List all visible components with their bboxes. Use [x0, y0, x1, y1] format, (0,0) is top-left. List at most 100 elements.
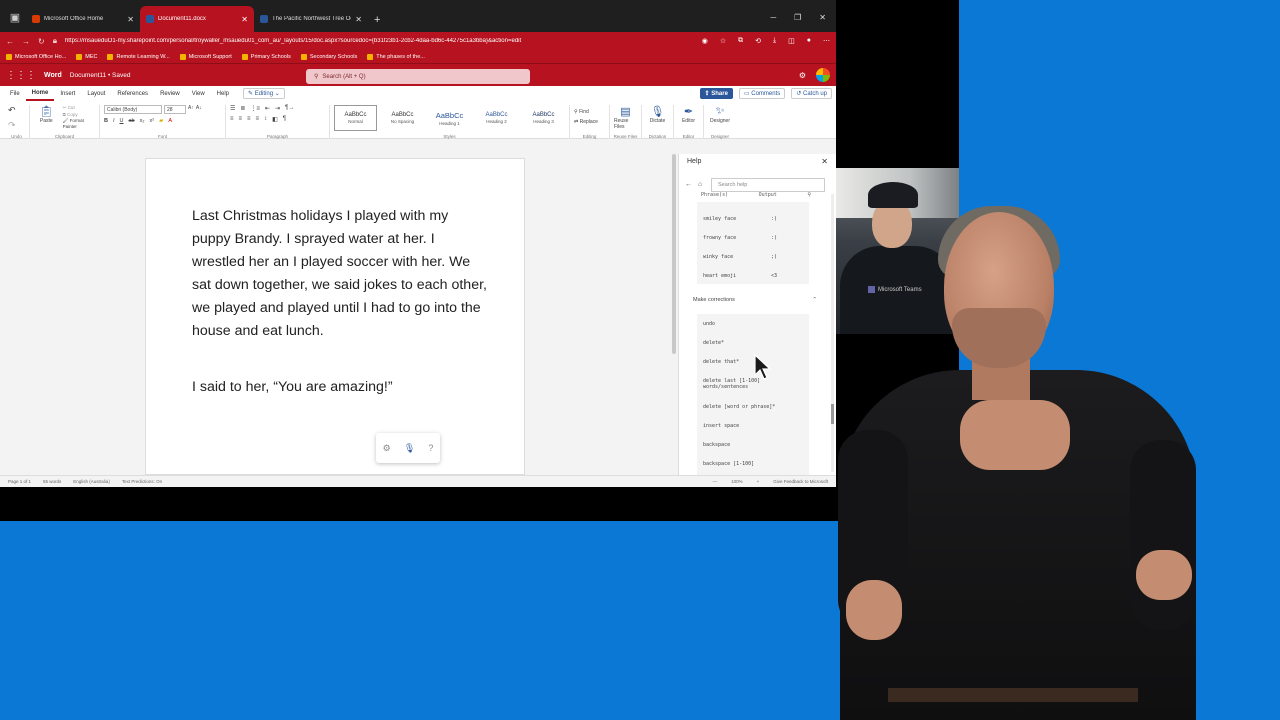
settings-gear-icon[interactable]: ⚙: [799, 71, 806, 80]
tab-home[interactable]: Home: [25, 86, 55, 101]
word-count[interactable]: 55 words: [43, 479, 61, 484]
more-icon[interactable]: ⋯: [823, 37, 830, 45]
align-left-icon[interactable]: ≡: [230, 116, 234, 123]
profile-icon[interactable]: ●: [807, 37, 811, 45]
page-count[interactable]: Page 1 of 1: [8, 479, 31, 484]
close-icon[interactable]: ✕: [127, 15, 134, 24]
decrease-indent-icon[interactable]: ⇤: [265, 105, 270, 112]
help-search-input[interactable]: Search help: [711, 178, 825, 192]
help-scrollbar[interactable]: [831, 194, 834, 472]
close-icon[interactable]: ✕: [241, 15, 248, 24]
zoom-out-icon[interactable]: —: [713, 479, 718, 484]
tab-review[interactable]: Review: [154, 86, 186, 101]
style-normal[interactable]: AaBbCc Normal: [334, 105, 377, 131]
style-no-spacing[interactable]: AaBbCc No Spacing: [381, 105, 424, 131]
close-window-icon[interactable]: ✕: [819, 13, 826, 22]
tab-help[interactable]: Help: [211, 86, 235, 101]
style-heading-3[interactable]: AaBbCc Heading 3: [522, 105, 565, 131]
comments-button[interactable]: ▭ Comments: [738, 88, 786, 99]
catch-up-button[interactable]: ↺ Catch up: [791, 88, 832, 99]
scroll-thumb[interactable]: [831, 404, 834, 424]
back-arrow-icon[interactable]: ←: [685, 181, 692, 188]
collections-icon[interactable]: ⧉: [738, 37, 743, 45]
font-name-select[interactable]: Calibri (Body): [104, 105, 162, 114]
editing-mode-button[interactable]: ✎ Editing ⌄: [243, 88, 285, 99]
app-name[interactable]: Word: [44, 72, 62, 79]
redo-icon[interactable]: ↷: [8, 120, 25, 131]
grow-font-icon[interactable]: A↑: [188, 105, 194, 114]
bullets-icon[interactable]: ☰: [230, 105, 235, 112]
forward-arrow-icon[interactable]: →: [22, 37, 30, 46]
superscript-icon[interactable]: x²: [150, 118, 155, 124]
bookmark-item[interactable]: Microsoft Support: [179, 53, 232, 60]
refresh-icon[interactable]: ↻: [38, 37, 45, 46]
bookmark-item[interactable]: The phases of the...: [367, 53, 425, 60]
minimize-icon[interactable]: ─: [770, 13, 776, 22]
zoom-level[interactable]: 100%: [731, 479, 743, 484]
search-icon[interactable]: ⚲: [807, 192, 811, 198]
strikethrough-icon[interactable]: ab: [129, 118, 135, 124]
app-launcher-icon[interactable]: ⋮⋮⋮: [6, 70, 36, 81]
share-button[interactable]: ⇪ Share: [699, 88, 733, 99]
zoom-in-icon[interactable]: +: [757, 479, 760, 484]
document-name[interactable]: Document11 • Saved: [70, 72, 131, 79]
history-icon[interactable]: ⟲: [755, 37, 761, 45]
text-predictions[interactable]: Text Predictions: On: [122, 479, 162, 484]
increase-indent-icon[interactable]: ⇥: [275, 105, 280, 112]
tab-references[interactable]: References: [111, 86, 154, 101]
tab-insert[interactable]: Insert: [54, 86, 81, 101]
bookmark-item[interactable]: Primary Schools: [241, 53, 291, 60]
mic-icon[interactable]: ◉: [702, 37, 708, 45]
font-size-select[interactable]: 28: [164, 105, 186, 114]
restore-icon[interactable]: ❐: [794, 13, 801, 22]
document-scrollbar[interactable]: [672, 154, 676, 354]
style-heading-2[interactable]: AaBbCc Heading 2: [475, 105, 518, 131]
shrink-font-icon[interactable]: A↓: [196, 105, 202, 114]
subscript-icon[interactable]: x₂: [140, 118, 145, 124]
multilevel-list-icon[interactable]: ⋮≡: [250, 105, 260, 112]
show-paragraph-marks-icon[interactable]: ¶: [283, 116, 286, 123]
bookmark-item[interactable]: Remote Learning W...: [107, 53, 170, 60]
highlight-icon[interactable]: ▰: [159, 118, 163, 124]
browser-tab-document[interactable]: Document11.docx ✕: [140, 6, 254, 32]
style-heading-1[interactable]: AaBbCc Heading 1: [428, 105, 471, 131]
browser-tab-pacific-tree[interactable]: The Pacific Northwest Tree Octo... ✕: [254, 6, 368, 32]
star-icon[interactable]: ☆: [720, 37, 726, 45]
format-painter-button[interactable]: 🖌︎ Format Painter: [63, 118, 95, 129]
shading-icon[interactable]: ◧: [272, 116, 278, 123]
bold-icon[interactable]: B: [104, 118, 108, 124]
make-corrections-header[interactable]: Make corrections ⌃: [693, 297, 817, 303]
undo-icon[interactable]: ↶: [8, 105, 25, 116]
search-input[interactable]: ⚲ Search (Alt + Q): [306, 69, 530, 84]
copy-button[interactable]: ⧉ Copy: [63, 112, 95, 117]
close-icon[interactable]: ✕: [355, 15, 362, 24]
avatar[interactable]: [816, 68, 830, 82]
bookmark-item[interactable]: Microsoft Office Ho...: [6, 53, 66, 60]
cut-button[interactable]: ✂ Cut: [63, 105, 95, 111]
feedback-link[interactable]: Give Feedback to Microsoft: [773, 479, 828, 484]
bookmark-item[interactable]: Secondary Schools: [300, 53, 357, 60]
tab-view[interactable]: View: [186, 86, 211, 101]
line-spacing-icon[interactable]: ↕: [264, 116, 267, 123]
find-button[interactable]: ⚲ Find: [574, 109, 605, 115]
tab-actions-icon[interactable]: ▣: [4, 6, 26, 28]
document-paragraph[interactable]: I said to her, “You are amazing!”: [192, 376, 487, 399]
document-paragraph[interactable]: Last Christmas holidays I played with my…: [192, 205, 487, 343]
help-circle-icon[interactable]: ?: [428, 443, 433, 453]
url-field[interactable]: https://msaueduO1-my.sharepoint.com/pers…: [65, 38, 694, 44]
extension-icon[interactable]: ◫: [788, 37, 795, 45]
align-right-icon[interactable]: ≡: [247, 116, 251, 123]
microphone-icon[interactable]: 🎙︎: [404, 443, 415, 454]
close-icon[interactable]: ✕: [821, 157, 828, 166]
font-color-icon[interactable]: A: [168, 118, 172, 124]
align-center-icon[interactable]: ≡: [239, 116, 243, 123]
settings-gear-icon[interactable]: ⚙: [383, 443, 391, 454]
justify-icon[interactable]: ≡: [256, 116, 260, 123]
replace-button[interactable]: ⇄ Replace: [574, 119, 605, 125]
download-icon[interactable]: ⤓: [773, 37, 776, 45]
underline-icon[interactable]: U: [120, 118, 124, 124]
back-arrow-icon[interactable]: ←: [6, 37, 14, 46]
document-page[interactable]: Last Christmas holidays I played with my…: [145, 158, 525, 475]
language[interactable]: English (Australia): [73, 479, 110, 484]
tab-layout[interactable]: Layout: [81, 86, 111, 101]
